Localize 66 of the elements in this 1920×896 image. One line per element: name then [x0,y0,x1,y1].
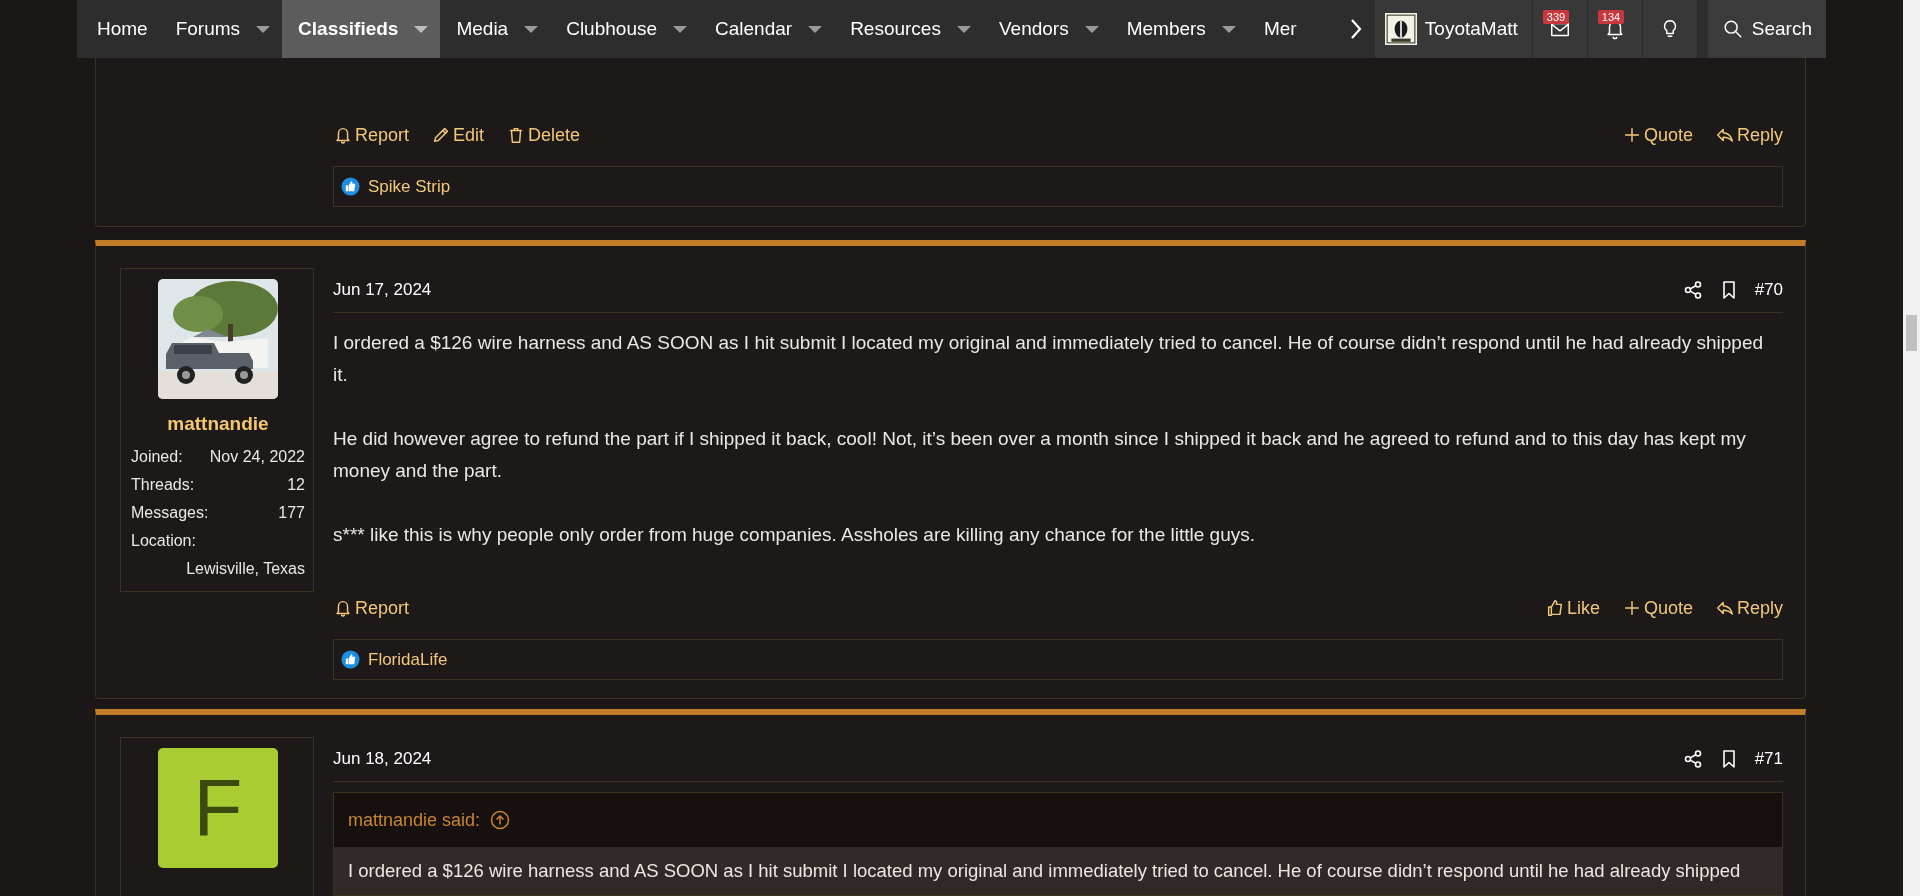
caret-icon[interactable] [256,25,271,33]
post-paragraph: I ordered a $126 wire harness and AS SOON as I hit submit I located my original and immediately tried to cancel. He of course didn’t respond until he had already shipped it. [333,331,1764,387]
action-link[interactable]: Quote [1621,597,1693,619]
bell-icon [333,125,353,145]
search-button[interactable]: Search [1707,0,1826,58]
share-icon[interactable] [1682,749,1703,769]
nav-tab[interactable]: Vendors [982,0,1111,58]
caret-icon[interactable] [956,25,971,33]
action-link[interactable]: Report [333,124,410,146]
like-icon [341,650,360,669]
nav-tab[interactable]: Media [440,0,551,58]
action-link[interactable]: Edit [431,124,485,146]
count-badge: 339 [1542,10,1570,24]
count-badge: 134 [1597,10,1625,24]
quote-author-link[interactable]: mattnandie said: [348,809,481,831]
action-link[interactable]: Delete [506,124,581,146]
action-link[interactable]: Report [333,597,410,619]
bell-button[interactable]: 134 [1587,0,1643,58]
post-date[interactable]: Jun 18, 2024 [333,749,432,769]
post-paragraph: s*** like this is why people only order from huge companies. Assholes are killing any chance for the little guys. [333,523,1256,547]
like-icon [341,177,360,196]
nav-tab[interactable]: Home [81,0,160,58]
action-link[interactable]: Like [1544,597,1600,619]
user-avatar[interactable]: F [158,748,278,868]
caret-icon[interactable] [414,25,429,33]
arrow-up-circle-icon[interactable] [490,810,511,830]
share-icon[interactable] [1682,280,1703,300]
nav-tab[interactable]: Classifieds [282,0,441,58]
nav-tab[interactable]: Members [1110,0,1248,58]
location-value: Lewisville, Texas [185,559,305,579]
nav-tab[interactable]: Forums [159,0,283,58]
caret-icon[interactable] [524,25,539,33]
lightbulb-button[interactable] [1642,0,1698,58]
reaction-user-link[interactable]: FloridaLife [368,649,448,670]
stat-label: Threads: [131,475,195,495]
stat-label: Location: [131,531,197,551]
scrollbar-thumb[interactable] [1906,315,1917,351]
nav-tab[interactable]: Clubhouse [550,0,699,58]
stat-value: Nov 24, 2022 [209,447,305,467]
user-avatar-icon [1384,13,1417,45]
action-link[interactable]: Reply [1714,597,1783,619]
caret-icon[interactable] [673,25,687,33]
caret-icon[interactable] [1084,25,1099,33]
reaction-user-link[interactable]: Spike Strip [368,176,451,197]
stat-value: 12 [287,475,305,495]
post-paragraph: He did however agree to refund the part if I shipped it back, cool! Not, it’s been over a month since I shipped it back and he agreed to refund and to this day has kept my money and the part. [333,427,1747,483]
caret-icon[interactable] [1221,25,1236,33]
nav-tab[interactable]: Calendar [699,0,835,58]
username-link[interactable]: mattnandie [167,413,269,435]
scrollbar[interactable] [1903,0,1920,896]
nav-tab[interactable]: Resources [834,0,983,58]
post-number-link[interactable]: #70 [1754,280,1783,300]
nav-tab[interactable]: Mer [1247,0,1309,58]
post-number-link[interactable]: #71 [1754,749,1783,769]
caret-icon[interactable] [808,25,823,33]
stat-label: Messages: [131,503,209,523]
stat-label: Joined: [131,447,183,467]
quote-text: I ordered a $126 wire harness and AS SOON as I hit submit I located my original and immediately tried to cancel. He of course didn’t respond until he had already shipped [334,847,1782,895]
envelope-button[interactable]: 339 [1532,0,1588,58]
chevron-right-icon[interactable] [1348,17,1363,41]
action-link[interactable]: Quote [1621,124,1693,146]
action-link[interactable]: Reply [1714,124,1783,146]
bell-icon [333,598,353,618]
user-menu-button[interactable]: ToyotaMatt [1374,0,1533,58]
stat-value: 177 [278,503,305,523]
post-date[interactable]: Jun 17, 2024 [333,280,432,300]
